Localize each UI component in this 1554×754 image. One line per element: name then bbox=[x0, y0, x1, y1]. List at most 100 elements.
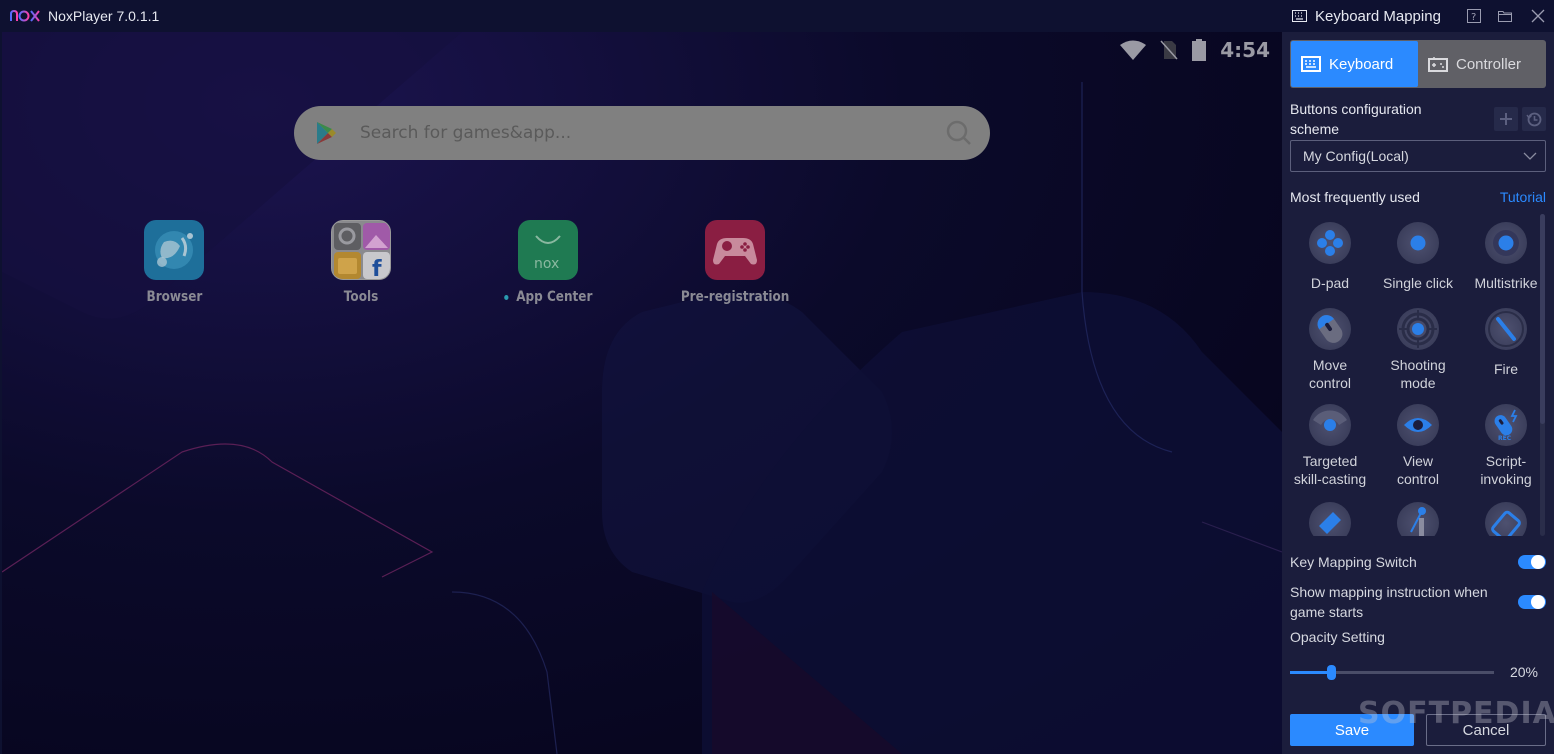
panel-header: Keyboard Mapping ? bbox=[1282, 0, 1554, 32]
show-instruction-toggle[interactable] bbox=[1518, 595, 1546, 609]
app-label: App Center bbox=[503, 289, 593, 305]
tool-label: Multistrike bbox=[1474, 275, 1538, 291]
tool-dpad[interactable]: D-pad bbox=[1286, 222, 1374, 292]
tool-label: Script-invoking bbox=[1480, 453, 1532, 487]
app-tools[interactable]: f Tools bbox=[286, 220, 436, 305]
folder-icon[interactable] bbox=[1497, 8, 1513, 24]
tool-view-control[interactable]: View control bbox=[1374, 404, 1462, 488]
app-app-center[interactable]: nox App Center bbox=[473, 220, 623, 305]
key-mapping-switch-toggle[interactable] bbox=[1518, 555, 1546, 569]
tab-controller[interactable]: Controller bbox=[1418, 41, 1545, 87]
opacity-value: 20% bbox=[1509, 664, 1538, 680]
tool-label: View control bbox=[1396, 453, 1440, 487]
play-store-icon bbox=[317, 122, 336, 144]
search-bar[interactable]: Search for games&app... bbox=[294, 106, 990, 160]
battery-icon bbox=[1192, 39, 1207, 61]
app-center-icon: nox bbox=[518, 220, 578, 280]
plus-icon bbox=[1500, 113, 1512, 125]
controller-icon bbox=[1428, 57, 1448, 72]
view-control-icon bbox=[1397, 404, 1439, 446]
keyboard-icon bbox=[1301, 56, 1321, 72]
app-label-text: App Center bbox=[515, 289, 593, 305]
svg-text:f: f bbox=[372, 257, 382, 280]
tool-single-click[interactable]: Single click bbox=[1374, 222, 1462, 292]
opacity-slider[interactable] bbox=[1290, 665, 1494, 680]
gamepad-icon bbox=[705, 220, 765, 280]
tool-script-invoking[interactable]: REC Script-invoking bbox=[1462, 404, 1540, 488]
tool-targeted-skill[interactable]: Targeted skill-casting bbox=[1286, 404, 1374, 488]
tool-tool-10[interactable] bbox=[1286, 502, 1374, 536]
close-icon[interactable] bbox=[1530, 8, 1546, 24]
fire-icon bbox=[1485, 308, 1527, 350]
tool-grid-scrollbar-thumb[interactable] bbox=[1540, 214, 1545, 424]
tool-multistrike[interactable]: Multistrike bbox=[1462, 222, 1540, 292]
tool-move-control[interactable]: Move control bbox=[1286, 308, 1374, 392]
no-sim-icon bbox=[1160, 40, 1178, 60]
targeted-skill-icon bbox=[1309, 404, 1351, 446]
app-title: NoxPlayer 7.0.1.1 bbox=[48, 8, 160, 24]
tool-10-icon bbox=[1309, 502, 1351, 536]
clock: 4:54 bbox=[1220, 38, 1270, 62]
slider-fill bbox=[1290, 671, 1331, 674]
chevron-down-icon bbox=[1523, 152, 1537, 160]
tool-shooting-mode[interactable]: Shooting mode bbox=[1374, 308, 1462, 392]
app-label: Browser bbox=[146, 289, 202, 305]
tab-label: Controller bbox=[1456, 55, 1522, 73]
tool-tool-11[interactable] bbox=[1374, 502, 1462, 536]
android-screen[interactable]: 4:54 Search for games&app... Browser f T… bbox=[2, 32, 1282, 754]
status-bar: 4:54 bbox=[1120, 38, 1270, 62]
tool-grid: D-pad Single click Multistrike Move control S… bbox=[1286, 214, 1540, 536]
svg-text:?: ? bbox=[1471, 12, 1476, 23]
tool-label: Single click bbox=[1382, 275, 1454, 291]
multistrike-icon bbox=[1485, 222, 1527, 264]
tutorial-link[interactable]: Tutorial bbox=[1500, 189, 1546, 205]
svg-text:REC: REC bbox=[1498, 435, 1512, 442]
search-input[interactable]: Search for games&app... bbox=[360, 123, 571, 143]
slider-thumb[interactable] bbox=[1326, 665, 1336, 680]
history-icon bbox=[1526, 112, 1542, 127]
app-pre-registration[interactable]: Pre-registration bbox=[660, 220, 810, 305]
softpedia-watermark: SOFTPEDIA bbox=[1358, 696, 1554, 731]
scheme-label: Buttons configuration scheme bbox=[1290, 101, 1422, 137]
opacity-label: Opacity Setting bbox=[1290, 629, 1385, 645]
title-bar: NoxPlayer 7.0.1.1 bbox=[0, 0, 1282, 32]
scheme-select[interactable]: My Config(Local) bbox=[1290, 140, 1546, 172]
tab-keyboard[interactable]: Keyboard bbox=[1291, 41, 1418, 87]
tool-label: Targeted skill-casting bbox=[1293, 453, 1367, 487]
panel-title: Keyboard Mapping bbox=[1315, 7, 1441, 25]
shooting-mode-icon bbox=[1397, 308, 1439, 350]
tab-label: Keyboard bbox=[1329, 55, 1394, 73]
mapping-tabs: Keyboard Controller bbox=[1290, 40, 1546, 88]
app-label: Tools bbox=[343, 289, 379, 305]
app-browser[interactable]: Browser bbox=[99, 220, 249, 305]
search-icon[interactable] bbox=[946, 120, 972, 146]
tool-label: Fire bbox=[1493, 361, 1519, 377]
move-control-icon bbox=[1309, 308, 1351, 350]
tool-11-icon bbox=[1397, 502, 1439, 536]
restore-scheme-button[interactable] bbox=[1522, 107, 1546, 131]
wifi-icon bbox=[1120, 40, 1147, 60]
frequently-used-label: Most frequently used bbox=[1290, 189, 1420, 205]
tool-fire[interactable]: Fire bbox=[1462, 308, 1540, 378]
tool-label: Shooting mode bbox=[1390, 357, 1446, 391]
tools-folder-icon: f bbox=[331, 220, 391, 280]
tool-label: D-pad bbox=[1310, 275, 1350, 291]
show-instruction-label: Show mapping instruction when game start… bbox=[1290, 584, 1488, 620]
scheme-selected-value: My Config(Local) bbox=[1303, 148, 1409, 164]
dpad-icon bbox=[1309, 222, 1351, 264]
browser-icon bbox=[144, 220, 204, 280]
keyboard-mapping-panel: Keyboard Mapping ? Keyboard Controller B… bbox=[1282, 0, 1554, 754]
nox-logo-icon bbox=[10, 9, 40, 22]
tool-tool-12[interactable] bbox=[1462, 502, 1540, 536]
help-icon[interactable]: ? bbox=[1466, 8, 1482, 24]
script-invoking-icon: REC bbox=[1485, 404, 1527, 446]
single-click-icon bbox=[1397, 222, 1439, 264]
tool-12-icon bbox=[1485, 502, 1527, 536]
add-scheme-button[interactable] bbox=[1494, 107, 1518, 131]
app-label: Pre-registration bbox=[680, 289, 790, 305]
keyboard-icon bbox=[1292, 10, 1307, 22]
new-badge-dot bbox=[503, 294, 509, 300]
tool-label: Move control bbox=[1308, 357, 1352, 391]
svg-text:nox: nox bbox=[534, 256, 559, 272]
key-mapping-switch-label: Key Mapping Switch bbox=[1290, 554, 1417, 570]
